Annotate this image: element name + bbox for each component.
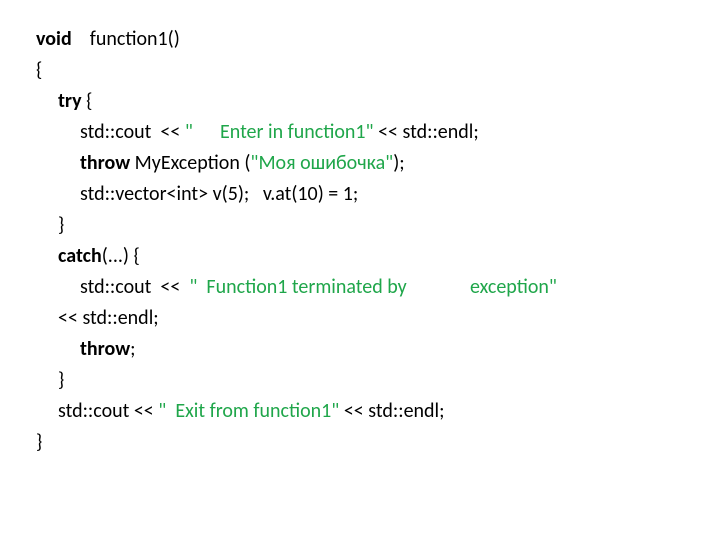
keyword-catch: catch: [58, 244, 102, 268]
code-text: {: [82, 89, 93, 113]
code-text: std::cout <<: [58, 399, 158, 423]
code-line: std::cout << " Function1 terminated by e…: [36, 272, 720, 303]
code-block: void function1() { try { std::cout << " …: [0, 0, 720, 458]
string-literal: " Exit from function1": [158, 399, 339, 423]
code-line: }: [36, 365, 720, 396]
code-line: }: [36, 210, 720, 241]
string-literal: " Function1 terminated by exception": [189, 275, 557, 299]
code-text: function1(): [72, 27, 180, 51]
string-literal: " Enter in function1": [185, 120, 374, 144]
code-line: try {: [36, 86, 720, 117]
code-line: }: [36, 427, 720, 458]
code-text: (...) {: [102, 244, 140, 268]
code-line: throw;: [36, 334, 720, 365]
string-literal: "Моя ошибочка": [250, 151, 393, 175]
code-line: std::cout << " Exit from function1" << s…: [36, 396, 720, 427]
code-line: << std::endl;: [36, 303, 720, 334]
code-line: catch(...) {: [36, 241, 720, 272]
code-text: std::cout <<: [80, 275, 189, 299]
code-text: std::cout <<: [80, 120, 185, 144]
code-line: throw MyException ("Моя ошибочка");: [36, 148, 720, 179]
keyword-void: void: [36, 27, 72, 51]
code-line: std::vector<int> v(5); v.at(10) = 1;: [36, 179, 720, 210]
code-text: );: [393, 151, 404, 175]
code-text: MyException (: [130, 151, 250, 175]
code-text: << std::endl;: [374, 120, 479, 144]
code-line: void function1(): [36, 24, 720, 55]
code-line: std::cout << " Enter in function1" << st…: [36, 117, 720, 148]
keyword-throw: throw: [80, 151, 130, 175]
keyword-try: try: [58, 89, 82, 113]
keyword-throw: throw: [80, 337, 130, 361]
code-text: ;: [130, 337, 135, 361]
code-line: {: [36, 55, 720, 86]
code-text: << std::endl;: [339, 399, 444, 423]
